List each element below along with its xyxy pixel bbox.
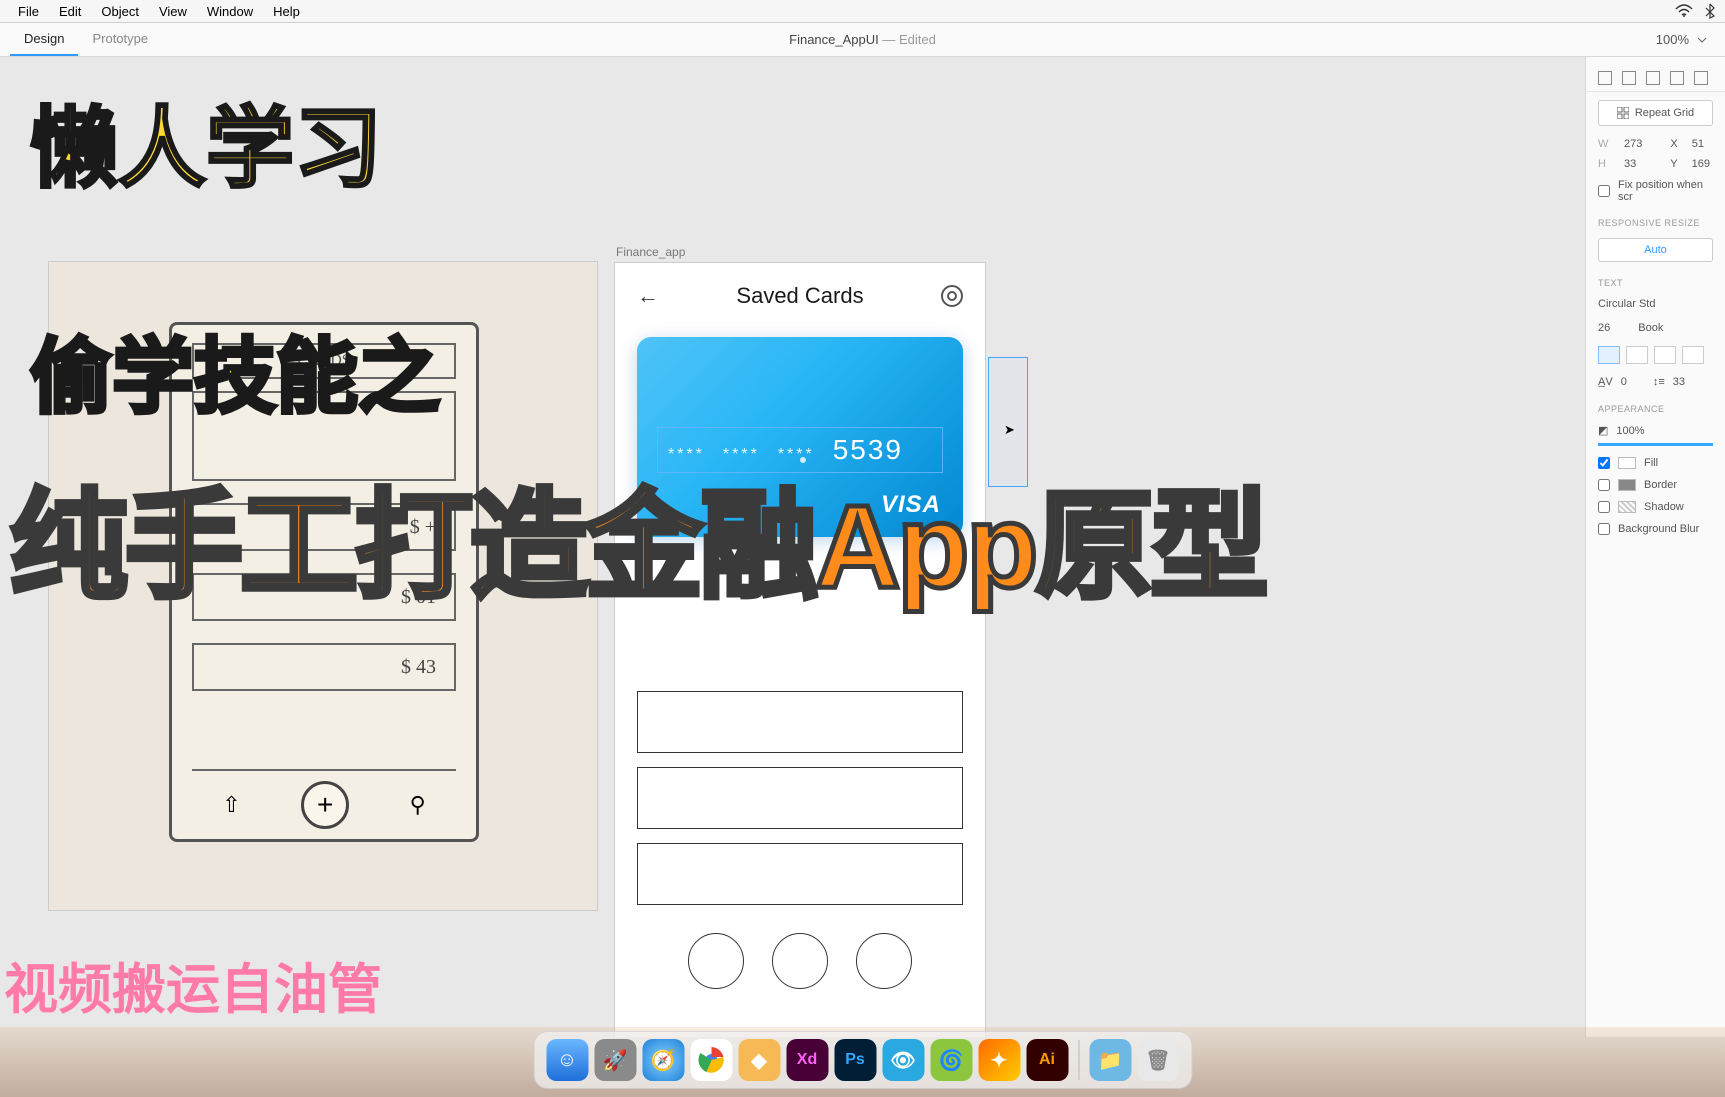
menu-bar: File Edit Object View Window Help (0, 0, 1725, 23)
align-center-icon[interactable] (1622, 71, 1636, 85)
downloads-icon[interactable]: 📁 (1089, 1039, 1131, 1081)
tabs-bar: Design Prototype Finance_AppUI — Edited … (0, 23, 1725, 57)
opacity-slider[interactable] (1598, 443, 1713, 446)
align-right-icon[interactable] (1646, 71, 1660, 85)
text-align-left-button[interactable] (1598, 346, 1620, 364)
tab-prototype[interactable]: Prototype (78, 23, 162, 56)
shadow-label: Shadow (1644, 501, 1684, 513)
overlay-title-1: 懒人学习 (30, 78, 382, 205)
menu-view[interactable]: View (149, 4, 197, 19)
font-size-value[interactable]: 26 (1598, 322, 1610, 334)
document-title: Finance_AppUI — Edited (789, 32, 936, 47)
border-swatch[interactable] (1618, 479, 1636, 491)
align-tools (1586, 65, 1725, 92)
shadow-swatch[interactable] (1618, 501, 1636, 513)
responsive-auto-button[interactable]: Auto (1598, 238, 1713, 262)
artboard[interactable]: ← Saved Cards **** **** **** 5539 VISA (614, 262, 986, 1037)
finder-icon[interactable]: ☺ (546, 1039, 588, 1081)
placeholder-rect-1[interactable] (637, 691, 963, 753)
back-arrow-icon[interactable]: ← (637, 283, 659, 309)
overlay-caption: 视频搬运自油管 (4, 945, 382, 1024)
height-value[interactable]: 33 (1624, 158, 1636, 170)
bluetooth-icon[interactable] (1705, 3, 1715, 19)
app-icon-1[interactable]: 🌀 (930, 1039, 972, 1081)
border-label: Border (1644, 479, 1677, 491)
trash-icon[interactable]: 🗑 (1137, 1039, 1179, 1081)
text-section-label: TEXT (1586, 268, 1725, 292)
align-middle-icon[interactable] (1694, 71, 1708, 85)
font-weight-value[interactable]: Book (1638, 322, 1663, 334)
line-spacing-value[interactable]: 33 (1673, 376, 1685, 388)
launchpad-icon[interactable]: 🚀 (594, 1039, 636, 1081)
chevron-down-icon (1697, 37, 1707, 43)
placeholder-rect-2[interactable] (637, 767, 963, 829)
font-family[interactable]: Circular Std (1586, 292, 1725, 316)
preview-icon[interactable]: 👁 (882, 1039, 924, 1081)
chrome-icon[interactable] (690, 1039, 732, 1081)
app-screen-title: Saved Cards (736, 283, 863, 309)
line-spacing-icon: ↕≡ (1653, 376, 1665, 388)
align-left-icon[interactable] (1598, 71, 1612, 85)
menu-object[interactable]: Object (91, 4, 149, 19)
placeholder-circle-1[interactable] (688, 933, 744, 989)
wifi-icon[interactable] (1675, 4, 1693, 18)
text-align-center-button[interactable] (1626, 346, 1648, 364)
cursor-icon: ➤ (1004, 422, 1015, 438)
fill-checkbox[interactable] (1598, 457, 1610, 469)
menu-window[interactable]: Window (197, 4, 263, 19)
menu-edit[interactable]: Edit (49, 4, 91, 19)
width-value[interactable]: 273 (1624, 138, 1642, 150)
char-spacing-value[interactable]: 0 (1621, 376, 1627, 388)
placeholder-rect-3[interactable] (637, 843, 963, 905)
align-top-icon[interactable] (1670, 71, 1684, 85)
settings-gear-icon[interactable] (941, 285, 963, 307)
opacity-icon: ◩ (1598, 424, 1608, 437)
grid-icon (1617, 107, 1629, 119)
illustrator-icon[interactable]: Ai (1026, 1039, 1068, 1081)
fix-position-label: Fix position when scr (1618, 179, 1713, 203)
menu-file[interactable]: File (8, 4, 49, 19)
sketch-icon[interactable]: ◆ (738, 1039, 780, 1081)
adobe-xd-icon[interactable]: Xd (786, 1039, 828, 1081)
artboard-label[interactable]: Finance_app (616, 245, 685, 259)
responsive-label: RESPONSIVE RESIZE (1586, 208, 1725, 232)
border-checkbox[interactable] (1598, 479, 1610, 491)
y-value[interactable]: 169 (1692, 158, 1710, 170)
placeholder-circle-3[interactable] (856, 933, 912, 989)
appearance-label: APPEARANCE (1586, 394, 1725, 418)
safari-icon[interactable]: 🧭 (642, 1039, 684, 1081)
repeat-grid-button[interactable]: Repeat Grid (1598, 100, 1713, 126)
char-spacing-icon: A̲V (1598, 376, 1613, 388)
inspector-panel: Repeat Grid W273X51 H33Y169 Fix position… (1585, 57, 1725, 1037)
photoshop-icon[interactable]: Ps (834, 1039, 876, 1081)
menu-help[interactable]: Help (263, 4, 310, 19)
app-icon-2[interactable]: ✦ (978, 1039, 1020, 1081)
x-value[interactable]: 51 (1692, 138, 1704, 150)
text-align-right-button[interactable] (1654, 346, 1676, 364)
placeholder-circle-2[interactable] (772, 933, 828, 989)
shadow-checkbox[interactable] (1598, 501, 1610, 513)
fill-swatch[interactable] (1618, 457, 1636, 469)
overlay-title-2: 偷学技能之 (30, 310, 440, 429)
overlay-title-3: 纯手工打造金融App原型 (10, 450, 1265, 621)
tab-design[interactable]: Design (10, 23, 78, 56)
zoom-control[interactable]: 100% (1656, 32, 1707, 47)
dock: ☺ 🚀 🧭 ◆ Xd Ps 👁 🌀 ✦ Ai 📁 🗑 (533, 1031, 1192, 1089)
text-align-justify-button[interactable] (1682, 346, 1704, 364)
bgblur-label: Background Blur (1618, 523, 1699, 535)
dock-divider (1078, 1040, 1079, 1080)
fill-label: Fill (1644, 457, 1658, 469)
opacity-value[interactable]: 100% (1616, 425, 1644, 437)
bgblur-checkbox[interactable] (1598, 523, 1610, 535)
fix-position-checkbox[interactable] (1598, 185, 1610, 197)
